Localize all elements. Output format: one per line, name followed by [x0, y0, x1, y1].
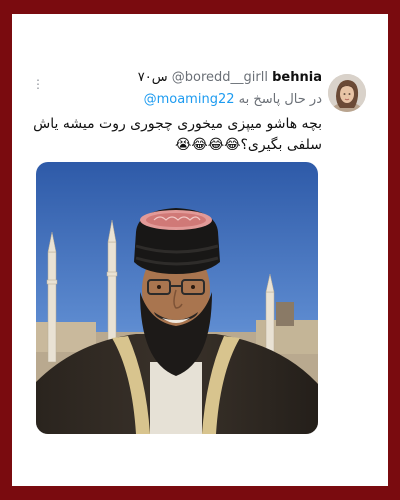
- reply-context: @moaming22 در حال پاسخ به: [32, 92, 322, 110]
- avatar[interactable]: [328, 74, 366, 112]
- reply-prefix: در حال پاسخ به: [238, 92, 322, 107]
- tweet-text-line-2: سلفی بگیری؟😂😂😂😭: [175, 137, 322, 153]
- more-options-icon[interactable]: ⋮: [32, 76, 44, 92]
- tweet-text-line-1: بچه هاشو میپزی میخوری چجوری روت میشه یاش: [33, 116, 322, 132]
- tweet-header: ۷۰س @boredd__girll behnia: [48, 70, 322, 90]
- tweet-photo[interactable]: [36, 162, 318, 434]
- tweet-time[interactable]: ۷۰س: [138, 70, 168, 85]
- reply-mention[interactable]: @moaming22: [144, 92, 235, 107]
- user-handle[interactable]: @boredd__girll: [172, 70, 268, 85]
- tweet-card: ⋮ ۷۰س @boredd__girll behnia @moaming22 د…: [12, 14, 388, 486]
- display-name[interactable]: behnia: [272, 70, 322, 85]
